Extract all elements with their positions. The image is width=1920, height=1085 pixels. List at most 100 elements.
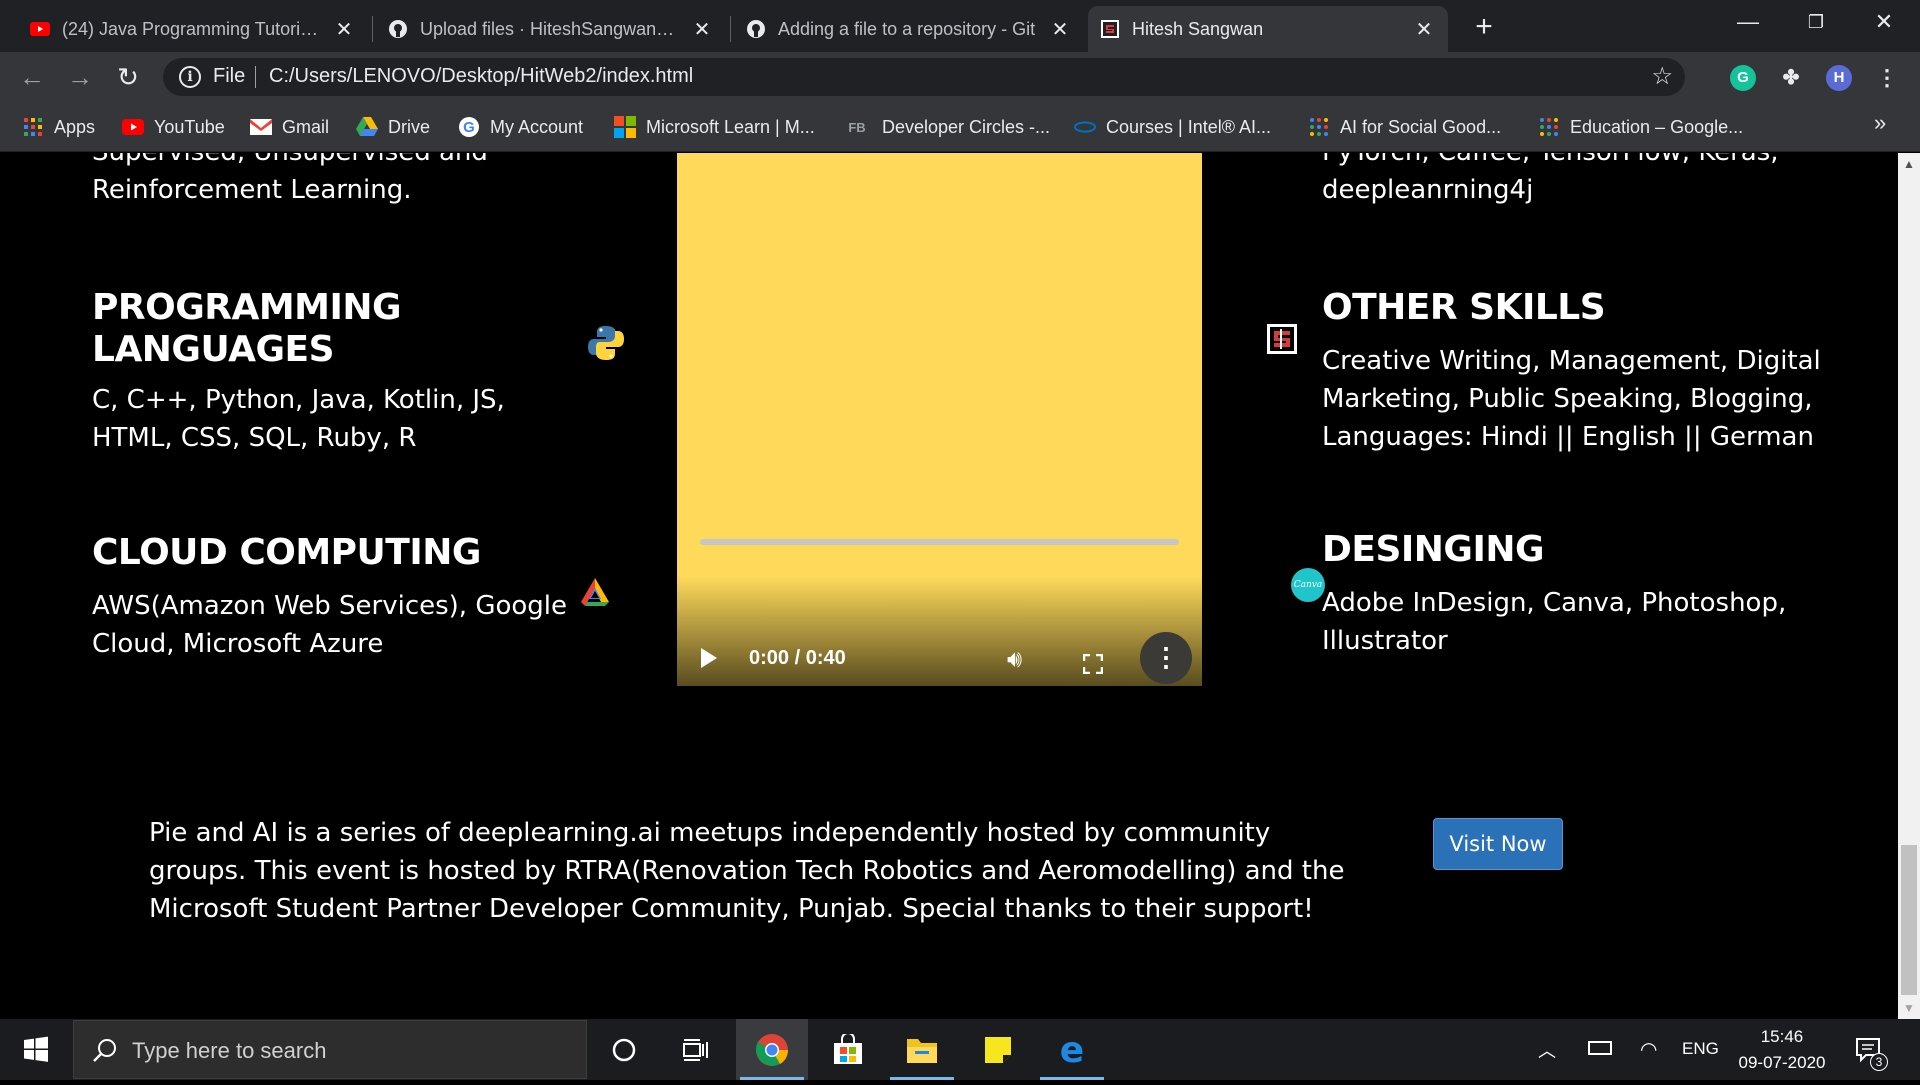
tab-hitesh-sangwan[interactable]: Hitesh Sangwan ✕ [1088, 6, 1448, 52]
reload-button[interactable]: ↻ [110, 59, 146, 95]
close-tab-icon[interactable]: ✕ [332, 17, 356, 42]
sticky-notes-icon[interactable] [962, 1019, 1034, 1080]
tab-strip: (24) Java Programming Tutorial - ✕ Uploa… [0, 0, 1920, 52]
tab-title: Hitesh Sangwan [1132, 18, 1264, 39]
bookmark-microsoft-learn[interactable]: Microsoft Learn | M... [614, 113, 815, 141]
close-tab-icon[interactable]: ✕ [1412, 17, 1436, 42]
star-icon[interactable]: ☆ [1651, 62, 1673, 91]
bookmark-my-account[interactable]: G My Account [458, 113, 583, 141]
other-skills-title: OTHER SKILLS [1322, 287, 1606, 328]
new-tab-button[interactable]: + [1466, 10, 1502, 46]
apps-grid-icon [22, 116, 44, 138]
url-text[interactable]: C:/Users/LENOVO/Desktop/HitWeb2/index.ht… [269, 65, 693, 88]
bookmark-developer-circles[interactable]: FB Developer Circles -... [842, 113, 1050, 141]
bookmark-label: Microsoft Learn | M... [646, 116, 815, 137]
bookmark-label: Courses | Intel® AI... [1106, 116, 1272, 137]
scrollbar-thumb[interactable] [1901, 845, 1917, 995]
visit-now-button[interactable]: Visit Now [1433, 818, 1563, 870]
url-separator [255, 66, 256, 88]
wifi-icon[interactable]: ◠ [1640, 1037, 1657, 1062]
svg-text:e: e [1060, 1033, 1084, 1067]
play-icon[interactable] [701, 648, 717, 668]
task-view-icon[interactable] [660, 1019, 732, 1080]
bookmarks-bar: Apps YouTube Gmail Drive G My Account Mi… [0, 102, 1920, 152]
github-icon [388, 19, 408, 39]
youtube-icon [30, 19, 50, 39]
taskbar-search-box[interactable]: Type here to search [73, 1020, 587, 1079]
bookmark-apps[interactable]: Apps [22, 113, 95, 141]
forward-button[interactable]: → [62, 59, 98, 95]
tab-title: Upload files · HiteshSangwan056 [420, 18, 682, 39]
bookmark-ai-social-good[interactable]: AI for Social Good... [1308, 113, 1501, 141]
programming-text: C, C++, Python, Java, Kotlin, JS, HTML, … [92, 385, 505, 453]
back-button[interactable]: ← [14, 59, 50, 95]
menu-kebab-icon[interactable]: ⋮ [1874, 65, 1900, 91]
bookmark-label: YouTube [154, 116, 225, 137]
clock-date[interactable]: 09-07-2020 [1736, 1053, 1828, 1073]
gmail-icon [250, 116, 272, 138]
close-window-button[interactable]: ✕ [1856, 0, 1912, 44]
restore-button[interactable]: ❐ [1788, 0, 1844, 44]
frameworks-text: PyTorch, Caffee, TensorFlow, Keras, deep… [1322, 153, 1779, 205]
show-hidden-icons-chevron-icon[interactable]: ︿ [1538, 1037, 1556, 1063]
video-more-options-icon[interactable]: ⋮ [1140, 632, 1192, 684]
volume-icon[interactable]: 🔊︎ [1007, 646, 1022, 674]
file-explorer-icon[interactable] [886, 1019, 958, 1080]
event-description: Pie and AI is a series of deeplearning.a… [149, 818, 1345, 924]
bookmark-intel-courses[interactable]: Courses | Intel® AI... [1074, 113, 1271, 141]
tab-adding-file[interactable]: Adding a file to a repository - Git ✕ [734, 6, 1084, 52]
cloud-title: CLOUD COMPUTING [92, 532, 481, 573]
dots-icon [1308, 116, 1330, 138]
tab-title: (24) Java Programming Tutorial - [62, 18, 324, 39]
bookmark-youtube[interactable]: YouTube [122, 113, 225, 141]
youtube-icon [122, 116, 144, 138]
profile-avatar[interactable]: H [1826, 65, 1852, 91]
scroll-down-arrow-icon[interactable]: ▼ [1898, 997, 1920, 1019]
extensions-puzzle-icon[interactable]: ✤ [1778, 65, 1804, 91]
tab-title: Adding a file to a repository - Git [778, 18, 1036, 39]
drive-icon [356, 116, 378, 138]
google-icon: G [458, 116, 480, 138]
tab-separator [372, 16, 373, 42]
search-icon [93, 1039, 116, 1062]
fb-icon: FB [848, 119, 866, 135]
language-indicator[interactable]: ENG [1682, 1039, 1719, 1059]
chrome-icon[interactable] [736, 1019, 808, 1080]
programming-title: PROGRAMMING LANGUAGES [92, 287, 402, 370]
close-tab-icon[interactable]: ✕ [690, 17, 714, 42]
fullscreen-icon[interactable] [1082, 653, 1104, 675]
edge-icon[interactable]: e [1036, 1019, 1108, 1080]
bookmark-label: Education – Google... [1570, 116, 1744, 137]
more-bookmarks-chevron-icon[interactable]: » [1874, 110, 1886, 136]
github-icon [746, 19, 766, 39]
minimize-button[interactable]: — [1720, 0, 1776, 44]
bookmark-education-google[interactable]: Education – Google... [1538, 113, 1743, 141]
address-bar[interactable]: i File C:/Users/LENOVO/Desktop/HitWeb2/i… [163, 58, 1685, 96]
battery-icon[interactable] [1588, 1041, 1612, 1055]
video-player[interactable]: 0:00 / 0:40 🔊︎ ⋮ [677, 153, 1202, 686]
other-skills-logo-icon [1266, 323, 1298, 360]
info-icon[interactable]: i [179, 66, 201, 88]
browser-toolbar: ← → ↻ i File C:/Users/LENOVO/Desktop/Hit… [0, 52, 1920, 102]
clock-time[interactable]: 15:46 [1736, 1027, 1828, 1047]
bookmark-drive[interactable]: Drive [356, 113, 430, 141]
google-cloud-icon [578, 575, 612, 614]
windows-logo-icon [24, 1036, 48, 1062]
search-placeholder: Type here to search [132, 1038, 327, 1063]
page-scrollbar[interactable]: ▲ ▼ [1898, 153, 1920, 1019]
bookmark-gmail[interactable]: Gmail [250, 113, 329, 141]
tab-java-tutorial[interactable]: (24) Java Programming Tutorial - ✕ [18, 6, 368, 52]
designing-title: DESINGING [1322, 529, 1545, 570]
cortana-icon[interactable] [588, 1019, 660, 1080]
page-viewport: Supervised, Unsupervised and Reinforceme… [0, 153, 1898, 1019]
start-button[interactable] [0, 1019, 72, 1080]
svg-text:G: G [463, 119, 475, 136]
close-tab-icon[interactable]: ✕ [1048, 17, 1072, 42]
site-logo-icon [1100, 19, 1120, 39]
store-icon[interactable] [812, 1019, 884, 1080]
tab-upload-files[interactable]: Upload files · HiteshSangwan056 ✕ [376, 6, 726, 52]
grammarly-icon[interactable]: G [1730, 65, 1756, 91]
scroll-up-arrow-icon[interactable]: ▲ [1898, 153, 1920, 175]
video-time: 0:00 / 0:40 [749, 647, 846, 669]
video-progress-bar[interactable] [700, 539, 1179, 545]
